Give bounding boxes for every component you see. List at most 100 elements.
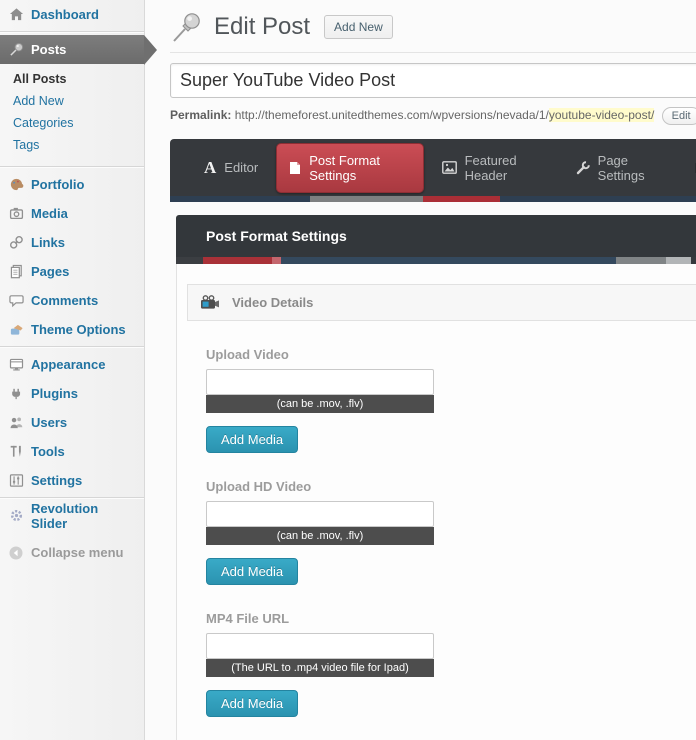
submenu-categories[interactable]: Categories [0,112,144,134]
editor-tabbar: A Editor Post Format Settings Featured H… [170,139,696,196]
upload-hd-video-input[interactable] [206,501,434,527]
permalink-row: Permalink: http://themeforest.unitedthem… [170,107,696,125]
sidebar-item-media[interactable]: Media [0,199,144,228]
add-media-button[interactable]: Add Media [206,558,298,585]
submenu-all-posts[interactable]: All Posts [0,68,144,90]
main-content: Edit Post Add New Permalink: http://them… [170,0,696,740]
mp4-file-url-input[interactable] [206,633,434,659]
users-icon [8,415,24,431]
sidebar-item-revolution-slider[interactable]: Revolution Slider [0,501,144,530]
sidebar-item-pages[interactable]: Pages [0,257,144,286]
sidebar-item-label: Revolution Slider [31,501,136,531]
sidebar-item-label: Plugins [31,386,78,401]
collapse-arrow-icon [8,545,24,561]
add-media-button[interactable]: Add Media [206,426,298,453]
permalink-url: http://themeforest.unitedthemes.com/wpve… [235,108,549,122]
mp4-file-url-field: MP4 File URL (The URL to .mp4 video file… [206,611,696,717]
video-camera-icon [200,295,220,310]
sidebar-item-links[interactable]: Links [0,228,144,257]
pushpin-large-icon [170,10,204,44]
post-format-settings-panel: Post Format Settings Video Details [176,215,696,740]
appearance-icon [8,357,24,373]
collapse-menu-button[interactable]: Collapse menu [0,538,144,567]
gear-icon [8,508,24,524]
tools-icon [8,444,24,460]
submenu-tags[interactable]: Tags [0,134,144,156]
tab-page-settings[interactable]: Page Settings [564,144,676,192]
sidebar-separator [0,497,144,499]
upload-video-field: Upload Video (can be .mov, .flv) Add Med… [206,347,696,453]
post-title-input[interactable] [170,63,696,98]
plugin-icon [8,386,24,402]
field-label: Upload Video [206,347,696,362]
add-new-button[interactable]: Add New [324,15,393,39]
sidebar-item-label: Theme Options [31,322,126,337]
page-header: Edit Post Add New [170,0,696,53]
sidebar-item-label: Links [31,235,65,250]
sidebar-item-plugins[interactable]: Plugins [0,379,144,408]
sidebar-item-theme-options[interactable]: Theme Options [0,315,144,344]
sidebar-item-label: Comments [31,293,98,308]
field-label: MP4 File URL [206,611,696,626]
sidebar-item-dashboard[interactable]: Dashboard [0,0,144,29]
sidebar-item-portfolio[interactable]: Portfolio [0,170,144,199]
sidebar-item-label: Settings [31,473,82,488]
wordpress-admin: Dashboard Posts All Posts Add New Catego… [0,0,696,740]
link-icon [8,235,24,251]
tab-partial-right[interactable] [682,153,696,183]
panel-body: Video Details Upload Video (can be .mov,… [176,264,696,740]
sidebar-item-label: Posts [31,42,66,57]
tab-post-format-settings[interactable]: Post Format Settings [276,143,423,193]
pushpin-icon [8,42,24,58]
sidebar-item-appearance[interactable]: Appearance [0,350,144,379]
upload-video-input[interactable] [206,369,434,395]
editor-a-icon: A [204,159,216,176]
admin-sidebar: Dashboard Posts All Posts Add New Catego… [0,0,145,740]
tab-editor[interactable]: A Editor [192,150,270,185]
sidebar-item-tools[interactable]: Tools [0,437,144,466]
field-label: Upload HD Video [206,479,696,494]
dashboard-icon [8,7,24,23]
sidebar-separator [0,346,144,348]
panel-title: Post Format Settings [176,215,696,257]
collapse-menu-label: Collapse menu [31,545,123,560]
tab-featured-header[interactable]: Featured Header [430,144,558,192]
field-hint: (The URL to .mp4 video file for Ipad) [206,659,434,677]
sidebar-item-label: Users [31,415,67,430]
settings-icon [8,473,24,489]
comment-icon [8,293,24,309]
sidebar-separator [0,31,144,33]
sidebar-item-label: Appearance [31,357,105,372]
posts-submenu: All Posts Add New Categories Tags [0,64,144,164]
field-hint: (can be .mov, .flv) [206,395,434,413]
sidebar-item-label: Media [31,206,68,221]
palette-icon [8,177,24,193]
document-icon [289,161,301,175]
submenu-add-new[interactable]: Add New [0,90,144,112]
theme-options-icon [8,322,24,338]
sidebar-item-users[interactable]: Users [0,408,144,437]
video-details-form: Upload Video (can be .mov, .flv) Add Med… [187,321,696,740]
field-hint: (can be .mov, .flv) [206,527,434,545]
add-media-button[interactable]: Add Media [206,690,298,717]
sidebar-item-label: Tools [31,444,65,459]
panel-decorative-strip [176,257,696,264]
permalink-slug: youtube-video-post/ [549,108,654,122]
image-icon [442,161,457,174]
pages-icon [8,264,24,280]
page-title: Edit Post [214,13,310,41]
sidebar-separator [0,166,144,168]
permalink-edit-button[interactable]: Edit [662,107,696,125]
wrench-icon [576,161,590,175]
sidebar-item-comments[interactable]: Comments [0,286,144,315]
video-details-section-header[interactable]: Video Details [187,284,696,321]
sidebar-item-settings[interactable]: Settings [0,466,144,495]
sidebar-item-label: Portfolio [31,177,84,192]
permalink-label: Permalink: [170,108,231,122]
sidebar-item-posts[interactable]: Posts [0,35,144,64]
video-details-title: Video Details [232,295,313,310]
sidebar-item-label: Pages [31,264,69,279]
sidebar-item-label: Dashboard [31,7,99,22]
camera-icon [8,206,24,222]
tabbar-bottom-strip [170,196,696,202]
